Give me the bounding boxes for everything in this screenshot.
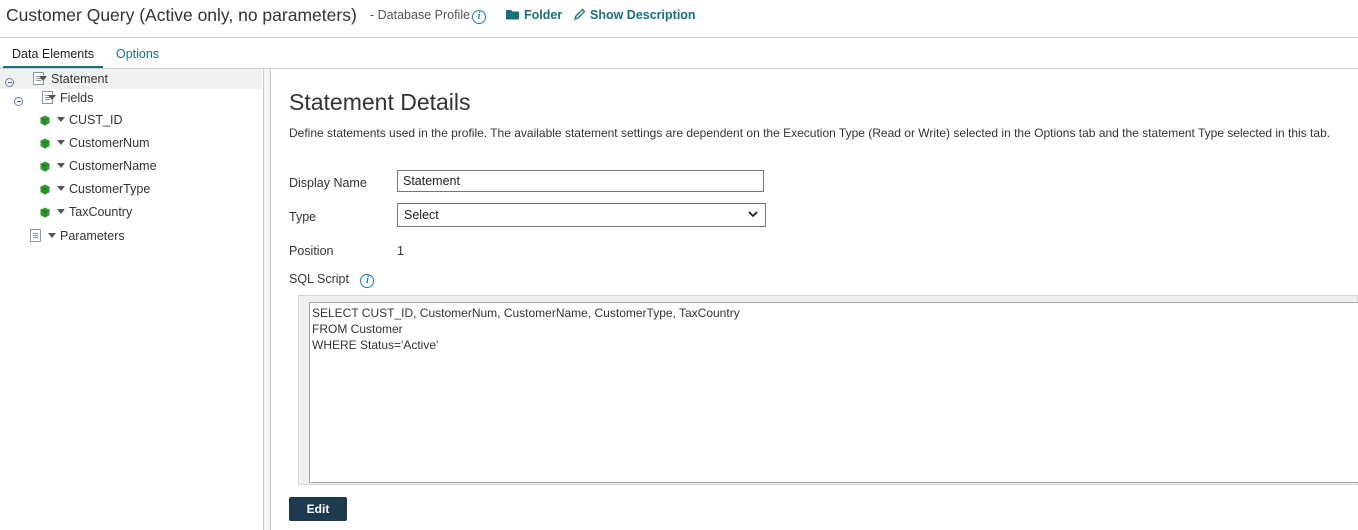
sql-script-label-row: SQL Script i — [289, 272, 375, 288]
sql-line: WHERE Status='Active' — [312, 338, 439, 352]
tab-data-elements[interactable]: Data Elements — [3, 47, 103, 68]
sql-line: SELECT CUST_ID, CustomerNum, CustomerNam… — [312, 306, 740, 320]
field-cube-icon — [40, 161, 50, 172]
section-description: Define statements used in the profile. T… — [289, 126, 1331, 140]
type-select[interactable]: Select — [397, 203, 766, 227]
collapse-icon[interactable] — [5, 78, 14, 87]
tree-node-statement[interactable]: Statement — [0, 69, 262, 89]
position-value: 1 — [397, 244, 404, 258]
display-name-label: Display Name — [289, 176, 367, 190]
field-cube-icon — [40, 207, 50, 218]
folder-link[interactable]: Folder — [506, 8, 562, 22]
type-label: Type — [289, 210, 317, 224]
tree-label-field: CustomerName — [69, 159, 157, 173]
caret-down-icon[interactable] — [48, 233, 56, 238]
tree-label-field: CustomerNum — [69, 136, 150, 150]
sql-line: FROM Customer — [312, 322, 403, 336]
collapse-icon[interactable] — [14, 97, 23, 106]
data-elements-tree: Statement Fields CUST_ID CustomerNum Cus… — [0, 69, 262, 530]
caret-down-icon[interactable] — [57, 186, 65, 191]
tree-node-parameters[interactable]: Parameters — [0, 226, 262, 246]
tree-label-field: CUST_ID — [69, 113, 123, 127]
edit-button[interactable]: Edit — [289, 497, 347, 521]
profile-type-text: - Database Profile — [370, 8, 471, 22]
parameters-icon — [30, 229, 41, 242]
tab-bar: Data Elements Options — [0, 38, 1358, 69]
tree-node-field[interactable]: CustomerNum — [0, 133, 262, 153]
tab-options[interactable]: Options — [116, 47, 159, 61]
tree-label-field: CustomerType — [69, 182, 151, 196]
info-icon[interactable]: i — [472, 10, 487, 24]
info-icon[interactable]: i — [360, 274, 375, 288]
tree-label-statement: Statement — [51, 72, 108, 86]
pencil-icon — [573, 8, 586, 21]
profile-type-label: - Database Profile i — [370, 8, 487, 24]
show-description-link[interactable]: Show Description — [573, 8, 696, 22]
sql-script-container: SELECT CUST_ID, CustomerNum, CustomerNam… — [298, 295, 1358, 485]
page-title: Customer Query (Active only, no paramete… — [6, 5, 357, 25]
caret-down-icon[interactable] — [57, 209, 65, 214]
field-cube-icon — [40, 138, 50, 149]
display-name-field[interactable]: Statement — [397, 170, 764, 192]
tree-label-field: TaxCountry — [69, 205, 133, 219]
show-description-label: Show Description — [590, 8, 696, 22]
tree-node-field[interactable]: CustomerType — [0, 179, 262, 199]
sql-script-textarea[interactable]: SELECT CUST_ID, CustomerNum, CustomerNam… — [309, 302, 1358, 483]
caret-down-icon[interactable] — [39, 76, 47, 81]
tree-node-field[interactable]: TaxCountry — [0, 202, 262, 222]
field-cube-icon — [40, 184, 50, 195]
caret-down-icon[interactable] — [48, 95, 56, 100]
tree-label-parameters: Parameters — [60, 229, 125, 243]
caret-down-icon[interactable] — [57, 140, 65, 145]
tree-label-fields: Fields — [60, 91, 94, 105]
caret-down-icon[interactable] — [57, 163, 65, 168]
page-header: Customer Query (Active only, no paramete… — [0, 0, 1358, 38]
position-label: Position — [289, 244, 334, 258]
field-cube-icon — [40, 115, 50, 126]
caret-down-icon[interactable] — [57, 117, 65, 122]
tree-node-field[interactable]: CUST_ID — [0, 110, 262, 130]
type-select-value: Select — [404, 208, 439, 222]
tree-node-field[interactable]: CustomerName — [0, 156, 262, 176]
panel-splitter[interactable] — [263, 69, 271, 530]
chevron-down-icon — [748, 211, 758, 218]
section-heading: Statement Details — [289, 89, 471, 115]
folder-icon — [506, 10, 519, 20]
sql-script-label: SQL Script — [289, 272, 349, 286]
folder-link-label: Folder — [524, 8, 563, 22]
tree-node-fields[interactable]: Fields — [0, 88, 262, 108]
